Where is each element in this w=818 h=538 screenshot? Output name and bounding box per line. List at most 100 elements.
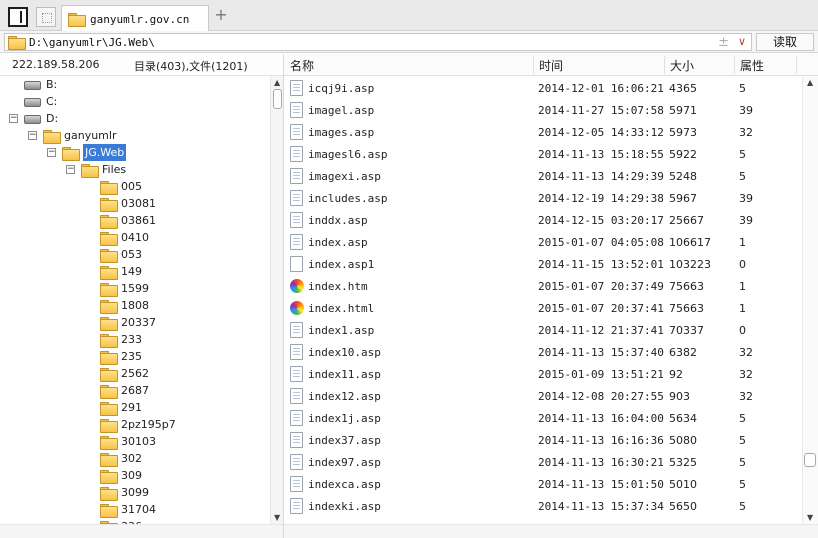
file-row[interactable]: index1j.asp 2014-11-13 16:04:00 5634 5 [284, 407, 802, 429]
tree-folder-item[interactable]: 20337 [100, 314, 156, 331]
file-size: 25667 [669, 214, 704, 227]
collapse-d-toggle[interactable]: − [9, 114, 18, 123]
tree-folder-item[interactable]: 03861 [100, 212, 156, 229]
tree-scrollbar[interactable]: ▲ ▼ [270, 76, 284, 524]
file-row[interactable]: index10.asp 2014-11-13 15:37:40 6382 32 [284, 341, 802, 363]
tree-folder-item[interactable]: 302 [100, 450, 142, 467]
file-time: 2014-11-13 15:37:34 [538, 500, 664, 513]
scroll-thumb[interactable] [804, 453, 816, 467]
file-row[interactable]: index.htm 2015-01-07 20:37:49 75663 1 [284, 275, 802, 297]
copy-tab-button[interactable] [36, 7, 56, 27]
scroll-down-icon[interactable]: ▼ [274, 513, 280, 522]
folder-icon [68, 13, 86, 27]
collapse-jgweb-toggle[interactable]: − [47, 148, 56, 157]
scroll-thumb[interactable] [273, 89, 282, 109]
file-attr: 1 [739, 280, 746, 293]
tree-folder-item[interactable]: 31704 [100, 501, 156, 518]
tree-folder-item[interactable]: 1808 [100, 297, 149, 314]
tab-ganyumlr[interactable]: ganyumlr.gov.cn [61, 5, 209, 32]
file-time: 2015-01-07 04:05:08 [538, 236, 664, 249]
header-time[interactable]: 时间 [539, 57, 563, 74]
column-separator[interactable] [664, 56, 665, 74]
file-row[interactable]: icqj9i.asp 2014-12-01 16:06:21 4365 5 [284, 77, 802, 99]
file-row[interactable]: index1.asp 2014-11-12 21:37:41 70337 0 [284, 319, 802, 341]
collapse-ganyumlr-toggle[interactable]: − [28, 131, 37, 140]
add-tab-button[interactable]: + [214, 7, 228, 23]
tree-folder-item[interactable]: 309 [100, 467, 142, 484]
file-row[interactable]: imagesl6.asp 2014-11-13 15:18:55 5922 5 [284, 143, 802, 165]
file-row[interactable]: includes.asp 2014-12-19 14:29:38 5967 39 [284, 187, 802, 209]
folder-icon [100, 367, 118, 382]
tree-folder-item[interactable]: 1599 [100, 280, 149, 297]
tree-folder-item[interactable]: 0410 [100, 229, 149, 246]
tree-folder-item[interactable]: 149 [100, 263, 142, 280]
column-separator[interactable] [796, 56, 797, 74]
tree-folder-jgweb[interactable]: JG.Web [62, 144, 127, 161]
file-row[interactable]: index.html 2015-01-07 20:37:41 75663 1 [284, 297, 802, 319]
folder-icon [100, 333, 118, 348]
file-row[interactable]: index97.asp 2014-11-13 16:30:21 5325 5 [284, 451, 802, 473]
file-attr: 39 [739, 192, 753, 205]
read-button[interactable]: 读取 [756, 33, 814, 51]
tree-folder-files[interactable]: Files [81, 161, 126, 178]
file-row[interactable]: indexki.asp 2014-11-13 15:37:34 5650 5 [284, 495, 802, 517]
file-row[interactable]: indexca.asp 2014-11-13 15:01:50 5010 5 [284, 473, 802, 495]
collapse-files-toggle[interactable]: − [66, 165, 75, 174]
asp-file-icon [290, 344, 303, 360]
tree-folder-ganyumlr[interactable]: ganyumlr [43, 127, 116, 144]
folder-icon [43, 129, 61, 144]
tree-drive-c[interactable]: C: [24, 93, 57, 110]
file-row[interactable]: index.asp 2015-01-07 04:05:08 106617 1 [284, 231, 802, 253]
asp-file-icon [290, 432, 303, 448]
file-row[interactable]: index11.asp 2015-01-09 13:51:21 92 32 [284, 363, 802, 385]
tree-label: 30103 [121, 435, 156, 448]
file-row[interactable]: index37.asp 2014-11-13 16:16:36 5080 5 [284, 429, 802, 451]
file-name: indexca.asp [308, 478, 381, 491]
path-input[interactable]: D:\ganyumlr\JG.Web\ ± ∨ [4, 33, 752, 51]
file-row[interactable]: imagel.asp 2014-11-27 15:07:58 5971 39 [284, 99, 802, 121]
tree-drive-d[interactable]: D: [24, 110, 58, 127]
tree-drive-b[interactable]: B: [24, 76, 57, 93]
tree-folder-item[interactable]: 235 [100, 348, 142, 365]
tree-folder-item[interactable]: 2pz195p7 [100, 416, 176, 433]
chevron-down-icon[interactable]: ∨ [738, 35, 746, 48]
folder-icon [100, 231, 118, 246]
scroll-down-icon[interactable]: ▼ [807, 513, 813, 522]
column-separator[interactable] [533, 56, 534, 74]
file-time: 2014-12-05 14:33:12 [538, 126, 664, 139]
tree-folder-item[interactable]: 053 [100, 246, 142, 263]
file-name: index1.asp [308, 324, 375, 337]
scroll-up-icon[interactable]: ▲ [274, 78, 280, 87]
directory-tree[interactable]: B: C: − D: − ganyumlr − JG.Web − Files 0… [0, 76, 284, 524]
tree-folder-item[interactable]: 005 [100, 178, 142, 195]
html-file-icon [290, 279, 304, 293]
address-bar: D:\ganyumlr\JG.Web\ ± ∨ 读取 [0, 31, 818, 53]
tree-folder-item[interactable]: 291 [100, 399, 142, 416]
tree-folder-item[interactable]: 03081 [100, 195, 156, 212]
header-size[interactable]: 大小 [670, 57, 694, 74]
tree-folder-item[interactable]: 2562 [100, 365, 149, 382]
panel-toggle-button[interactable] [8, 7, 28, 27]
tree-folder-item[interactable]: 2687 [100, 382, 149, 399]
file-list[interactable]: icqj9i.asp 2014-12-01 16:06:21 4365 5 imagel… [284, 76, 802, 524]
file-time: 2014-12-15 03:20:17 [538, 214, 664, 227]
file-name: index97.asp [308, 456, 381, 469]
folder-icon [100, 248, 118, 263]
tree-folder-item[interactable]: 3099 [100, 484, 149, 501]
header-name[interactable]: 名称 [290, 57, 314, 74]
header-attr[interactable]: 属性 [740, 57, 764, 74]
file-row[interactable]: imagexi.asp 2014-11-13 14:29:39 5248 5 [284, 165, 802, 187]
file-row[interactable]: images.asp 2014-12-05 14:33:12 5973 32 [284, 121, 802, 143]
file-row[interactable]: index.asp1 2014-11-15 13:52:01 103223 0 [284, 253, 802, 275]
tree-folder-item[interactable]: 233 [100, 331, 142, 348]
column-separator[interactable] [734, 56, 735, 74]
scroll-up-icon[interactable]: ▲ [807, 78, 813, 87]
file-time: 2014-12-19 14:29:38 [538, 192, 664, 205]
file-row[interactable]: inddx.asp 2014-12-15 03:20:17 25667 39 [284, 209, 802, 231]
file-list-scrollbar[interactable]: ▲ ▼ [802, 76, 818, 524]
file-attr: 1 [739, 302, 746, 315]
file-row[interactable]: index12.asp 2014-12-08 20:27:55 903 32 [284, 385, 802, 407]
plus-minus-icon[interactable]: ± [718, 35, 729, 50]
folder-open-icon [62, 146, 80, 161]
tree-folder-item[interactable]: 30103 [100, 433, 156, 450]
